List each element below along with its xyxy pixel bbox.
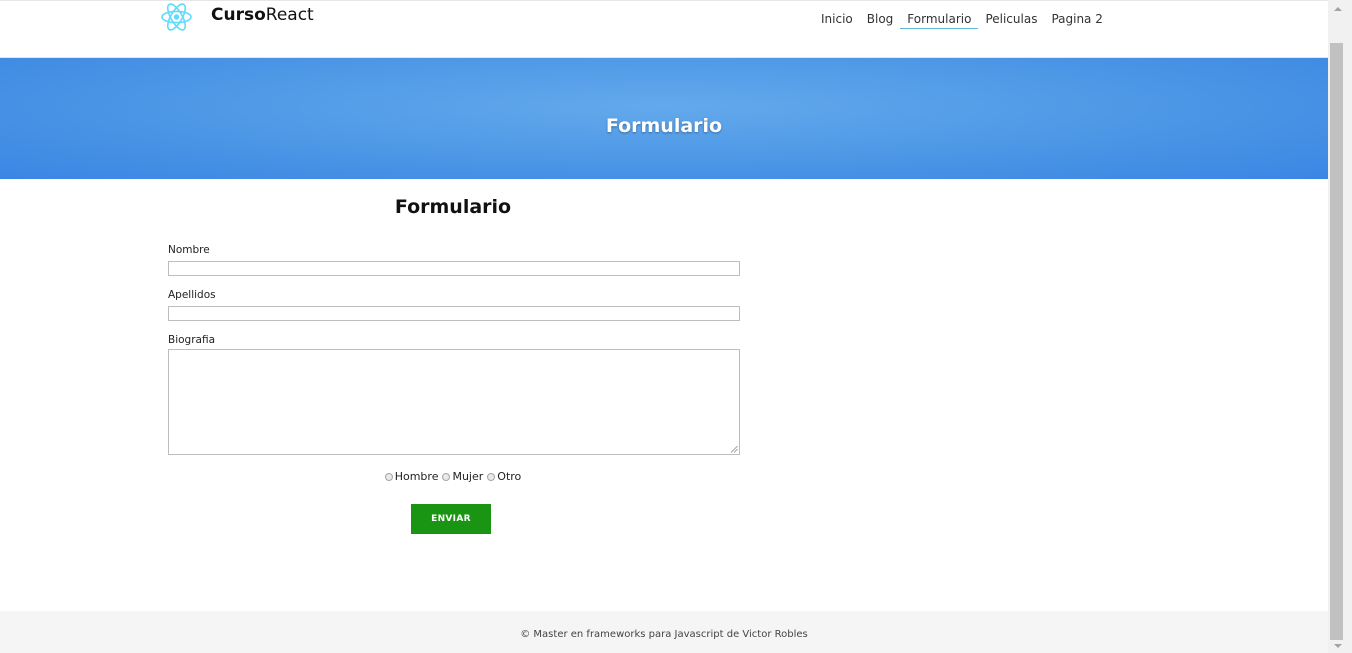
site-header: CursoReact Inicio Blog Formulario Pelicu…: [0, 1, 1328, 58]
react-logo-icon[interactable]: [160, 1, 193, 33]
nav-peliculas[interactable]: Peliculas: [978, 11, 1044, 29]
scrollbar-thumb[interactable]: [1330, 43, 1343, 640]
nav-inicio[interactable]: Inicio: [814, 11, 860, 29]
main-nav: Inicio Blog Formulario Peliculas Pagina …: [814, 11, 1110, 29]
submit-button[interactable]: ENVIAR: [411, 504, 491, 534]
nombre-label: Nombre: [168, 244, 210, 256]
radio-hombre-label: Hombre: [394, 470, 439, 483]
brand-bold: Curso: [211, 5, 266, 25]
nav-pagina-2[interactable]: Pagina 2: [1044, 11, 1109, 29]
radio-otro[interactable]: [487, 472, 496, 481]
site-footer: © Master en frameworks para Javascript d…: [0, 611, 1328, 653]
radio-mujer[interactable]: [442, 472, 451, 481]
resize-grip-icon[interactable]: [730, 445, 738, 453]
footer-text: © Master en frameworks para Javascript d…: [520, 629, 808, 640]
nav-blog[interactable]: Blog: [860, 11, 901, 29]
scroll-up-arrow-icon[interactable]: [1331, 2, 1345, 16]
gender-radio-group: Hombre Mujer Otro: [168, 470, 738, 483]
brand-light: React: [265, 5, 314, 25]
nombre-input[interactable]: [168, 261, 740, 276]
radio-mujer-label: Mujer: [452, 470, 484, 483]
biografia-textarea[interactable]: [168, 349, 740, 455]
radio-hombre[interactable]: [384, 472, 393, 481]
page: CursoReact Inicio Blog Formulario Pelicu…: [0, 0, 1328, 653]
apellidos-label: Apellidos: [168, 289, 216, 301]
form-title: Formulario: [394, 196, 512, 218]
biografia-label: Biografia: [168, 334, 216, 346]
apellidos-input[interactable]: [168, 306, 740, 321]
brand-name[interactable]: CursoReact: [211, 5, 314, 25]
nav-formulario[interactable]: Formulario: [900, 11, 979, 29]
scroll-down-arrow-icon[interactable]: [1331, 640, 1345, 652]
hero-banner: Formulario: [0, 58, 1328, 179]
radio-otro-label: Otro: [497, 470, 522, 483]
banner-title: Formulario: [605, 115, 723, 137]
